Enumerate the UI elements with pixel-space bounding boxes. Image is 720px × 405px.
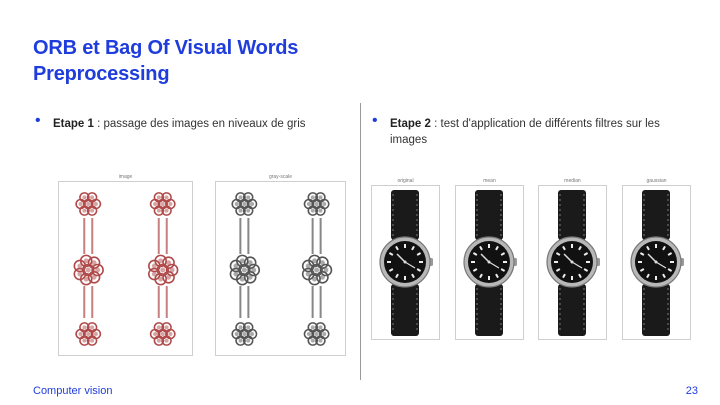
earrings-color-image	[73, 192, 179, 346]
footer-course-name: Computer vision	[33, 385, 113, 397]
page-number: 23	[685, 385, 698, 397]
column-divider	[360, 103, 361, 380]
watch-median-image	[546, 190, 600, 336]
bullet-step-2: • Etape 2 : test d'application de différ…	[372, 112, 692, 148]
image-panel-color: image	[58, 174, 193, 356]
panel-label: original	[397, 178, 414, 184]
panel-label: image	[118, 174, 133, 180]
title-line-2: Preprocessing	[33, 63, 170, 85]
watch-panel-mean: mean	[455, 178, 524, 340]
title-line-1: ORB et Bag Of Visual Words	[33, 37, 299, 59]
image-panel-gray: gray-scale	[215, 174, 346, 356]
panel-label: median	[564, 178, 581, 184]
watch-panel-median: median	[538, 178, 607, 340]
watch-original-image	[379, 190, 433, 336]
watch-gaussian-image	[630, 190, 684, 336]
step-1-label: Etape 1	[53, 118, 94, 130]
panel-label: gaussian	[646, 178, 667, 184]
step-2-text: : test d'application de différents filtr…	[390, 118, 660, 146]
bullet-dot-icon: •	[35, 112, 41, 129]
watch-panel-gaussian: gaussian	[622, 178, 691, 340]
panel-label: gray-scale	[268, 174, 293, 180]
watch-mean-image	[463, 190, 517, 336]
slide-title: ORB et Bag Of Visual Words Preprocessing	[33, 35, 298, 87]
watch-panel-original: original	[371, 178, 440, 340]
step-2-label: Etape 2	[390, 118, 431, 130]
step-1-text: : passage des images en niveaux de gris	[93, 118, 306, 130]
bullet-dot-icon: •	[372, 112, 378, 129]
panel-label: mean	[483, 178, 496, 184]
bullet-step-1: • Etape 1 : passage des images en niveau…	[35, 112, 350, 132]
earrings-gray-image	[229, 192, 333, 346]
